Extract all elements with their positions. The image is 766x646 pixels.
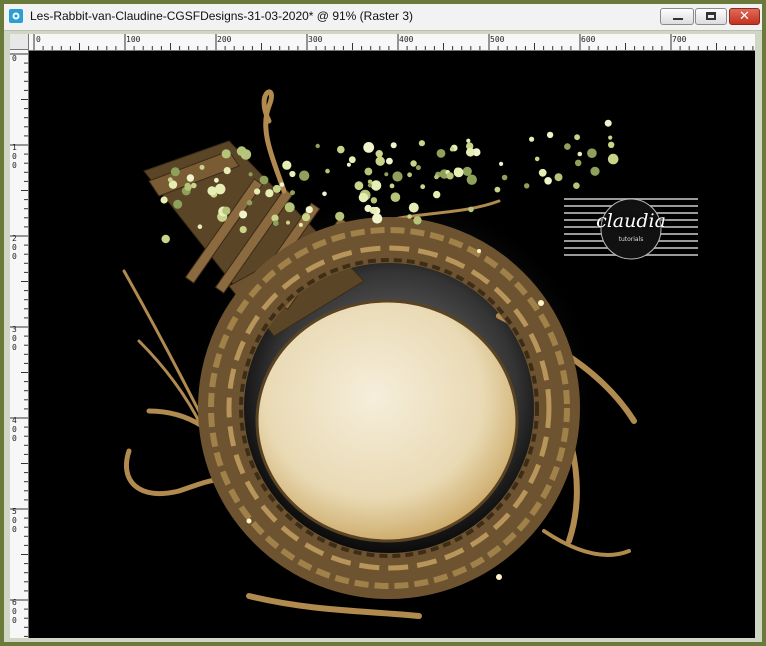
ruler-label-100: 100 bbox=[126, 35, 141, 44]
ruler-label-300: 300 bbox=[308, 35, 323, 44]
watermark-text: claudia bbox=[596, 210, 666, 232]
close-button[interactable]: ✕ bbox=[729, 8, 760, 25]
minimize-icon bbox=[673, 18, 683, 20]
canvas-artwork bbox=[122, 89, 637, 619]
title-bar[interactable]: Les-Rabbit-van-Claudine-CGSFDesigns-31-0… bbox=[4, 4, 762, 31]
ruler-label-700: 700 bbox=[672, 35, 687, 44]
watermark-subtext: tutorials bbox=[618, 236, 644, 243]
vruler-label-100: 1 0 0 bbox=[12, 143, 17, 170]
ruler-corner bbox=[10, 34, 29, 50]
ruler-label-500: 500 bbox=[490, 35, 505, 44]
ruler-label-200: 200 bbox=[217, 35, 232, 44]
image-canvas[interactable]: claudia tutorials bbox=[29, 51, 755, 638]
maximize-icon bbox=[706, 12, 716, 20]
vruler-label-400: 4 0 0 bbox=[12, 416, 17, 443]
window-title: Les-Rabbit-van-Claudine-CGSFDesigns-31-0… bbox=[30, 9, 414, 23]
horizontal-ruler[interactable]: 0 100 200 300 400 500 600 700 bbox=[29, 34, 755, 51]
vruler-label-0: 0 bbox=[12, 54, 17, 63]
ruler-label-0: 0 bbox=[36, 35, 41, 44]
ruler-label-600: 600 bbox=[581, 35, 596, 44]
vruler-label-200: 2 0 0 bbox=[12, 234, 17, 261]
vruler-label-300: 3 0 0 bbox=[12, 325, 17, 352]
vertical-ruler[interactable]: 0 1 0 0 2 0 0 3 0 0 4 0 0 5 0 0 6 0 0 bbox=[10, 50, 29, 638]
vruler-label-500: 5 0 0 bbox=[12, 507, 17, 534]
close-icon: ✕ bbox=[739, 9, 750, 24]
paintshop-app-icon bbox=[9, 9, 23, 23]
vruler-label-600: 6 0 0 bbox=[12, 598, 17, 625]
minimize-button[interactable] bbox=[660, 8, 694, 25]
watermark-logo: claudia tutorials bbox=[564, 196, 698, 260]
maximize-button[interactable] bbox=[695, 8, 727, 25]
frame-paper bbox=[255, 299, 519, 543]
app-window: Les-Rabbit-van-Claudine-CGSFDesigns-31-0… bbox=[0, 0, 766, 646]
ruler-label-400: 400 bbox=[399, 35, 414, 44]
